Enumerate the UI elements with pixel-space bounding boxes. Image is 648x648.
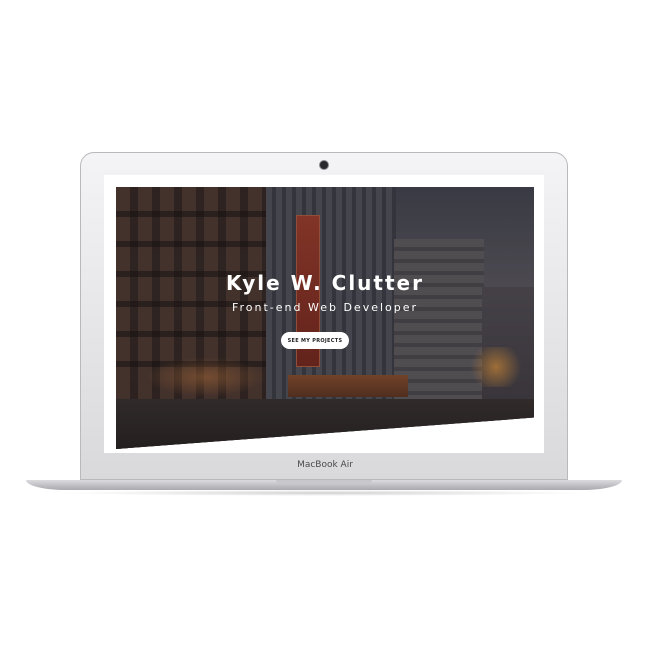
camera-icon (320, 161, 328, 169)
laptop-opening-notch (276, 480, 372, 484)
see-my-projects-button[interactable]: SEE MY PROJECTS (281, 332, 349, 349)
hero-role-subtitle: Front-end Web Developer (231, 301, 419, 314)
hero-section: Kyle W. Clutter Front-end Web Developer … (116, 187, 534, 449)
laptop-screen: Kyle W. Clutter Front-end Web Developer … (104, 175, 544, 453)
device-model-label: MacBook Air (297, 460, 353, 470)
laptop-lid: Kyle W. Clutter Front-end Web Developer … (80, 152, 568, 480)
hero-name-heading: Kyle W. Clutter (226, 271, 424, 295)
laptop-shadow (60, 490, 588, 496)
hero-overlay (116, 187, 534, 449)
